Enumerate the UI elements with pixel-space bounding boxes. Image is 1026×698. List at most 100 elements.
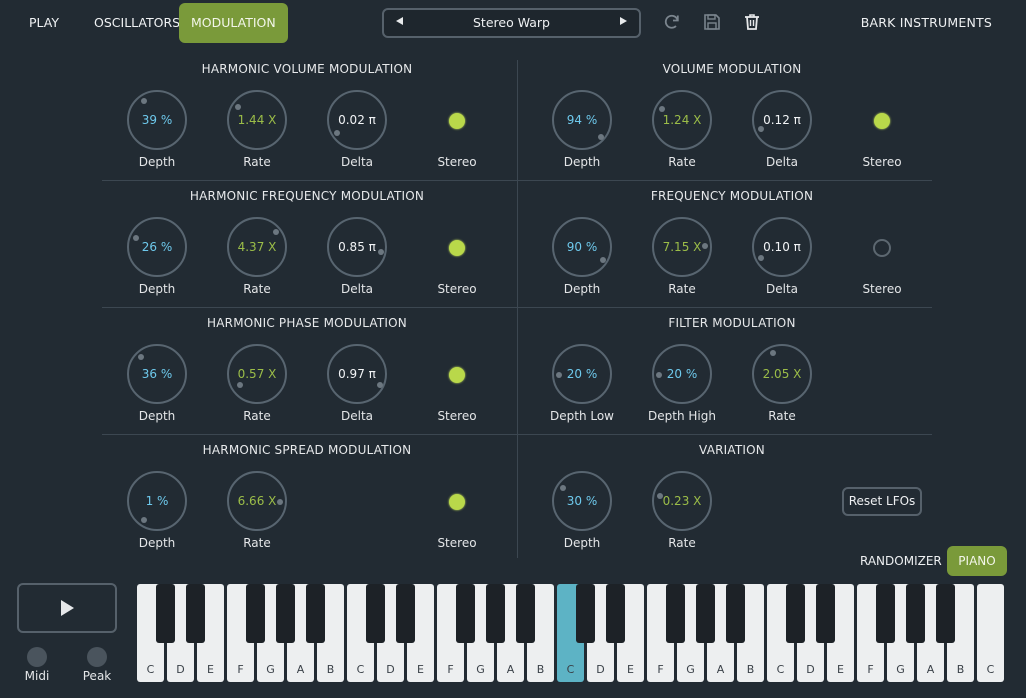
piano-black-key[interactable]: [486, 584, 505, 643]
knob-harmonic-spread-depth[interactable]: 1 %: [127, 471, 187, 531]
stereo-toggle-volume[interactable]: [874, 113, 890, 129]
piano-key-label: G: [686, 663, 695, 676]
preset-name[interactable]: Stereo Warp: [424, 10, 599, 36]
label-stereo: Stereo: [862, 155, 902, 169]
piano-key-label: B: [956, 663, 965, 676]
stereo-toggle-harmonic-volume[interactable]: [449, 113, 465, 129]
knob-harmonic-phase-depth[interactable]: 36 %: [127, 344, 187, 404]
piano-key-label: A: [926, 663, 935, 676]
knob-harmonic-volume-delta[interactable]: 0.02 π: [327, 90, 387, 150]
label-depth: Depth: [138, 282, 176, 296]
refresh-icon[interactable]: [662, 12, 682, 32]
label-rate: Rate: [243, 536, 271, 550]
label-stereo: Stereo: [437, 282, 477, 296]
piano-black-key[interactable]: [696, 584, 715, 643]
knob-harmonic-frequency-depth[interactable]: 26 %: [127, 217, 187, 277]
piano-key-label: C: [566, 663, 575, 676]
knob-harmonic-volume-rate[interactable]: 1.44 X: [227, 90, 287, 150]
label-rate: Rate: [243, 155, 271, 169]
knob-frequency-depth[interactable]: 90 %: [552, 217, 612, 277]
piano-black-key[interactable]: [666, 584, 685, 643]
row-divider: [102, 307, 932, 308]
piano-black-key[interactable]: [816, 584, 835, 643]
piano-key-label: D: [596, 663, 605, 676]
piano-key-label: E: [207, 663, 214, 676]
piano-black-key[interactable]: [156, 584, 175, 643]
preset-prev-button[interactable]: [386, 10, 414, 36]
knob-filter-depth-high[interactable]: 20 %: [652, 344, 712, 404]
knob-harmonic-frequency-rate[interactable]: 4.37 X: [227, 217, 287, 277]
tab-play[interactable]: PLAY: [17, 3, 71, 43]
section-title-harmonic-frequency: HARMONIC FREQUENCY MODULATION: [189, 189, 425, 203]
column-divider: [517, 60, 518, 558]
label-delta: Delta: [765, 155, 798, 169]
piano-key-label: E: [417, 663, 424, 676]
knob-frequency-rate[interactable]: 7.15 X: [652, 217, 712, 277]
knob-variation-rate[interactable]: 0.23 X: [652, 471, 712, 531]
knob-harmonic-spread-rate[interactable]: 6.66 X: [227, 471, 287, 531]
piano-tab[interactable]: PIANO: [947, 546, 1007, 576]
piano-key-label: B: [746, 663, 755, 676]
piano-black-key[interactable]: [786, 584, 805, 643]
knob-harmonic-phase-rate[interactable]: 0.57 X: [227, 344, 287, 404]
label-stereo: Stereo: [437, 155, 477, 169]
trash-icon[interactable]: [742, 12, 762, 32]
row-divider: [102, 434, 932, 435]
knob-harmonic-volume-depth[interactable]: 39 %: [127, 90, 187, 150]
label-depth-low: Depth Low: [550, 409, 614, 423]
piano-black-key[interactable]: [396, 584, 415, 643]
knob-variation-depth[interactable]: 30 %: [552, 471, 612, 531]
piano-black-key[interactable]: [726, 584, 745, 643]
piano-key-label: E: [627, 663, 634, 676]
piano-black-key[interactable]: [516, 584, 535, 643]
piano-black-key[interactable]: [936, 584, 955, 643]
piano-black-key[interactable]: [246, 584, 265, 643]
label-rate: Rate: [668, 155, 696, 169]
label-depth-high: Depth High: [648, 409, 716, 423]
row-divider: [102, 180, 932, 181]
reset-lfos-button[interactable]: Reset LFOs: [842, 487, 922, 516]
peak-label: Peak: [82, 669, 112, 683]
stereo-toggle-frequency[interactable]: [873, 239, 891, 257]
piano-black-key[interactable]: [306, 584, 325, 643]
preset-selector: Stereo Warp: [382, 8, 641, 38]
preset-next-button[interactable]: [609, 10, 637, 36]
piano-key-label: G: [896, 663, 905, 676]
piano-black-key[interactable]: [606, 584, 625, 643]
piano-keyboard: CDEFGABCDEFGABCDEFGABCDEFGABC: [137, 584, 1007, 682]
knob-filter-depth-low[interactable]: 20 %: [552, 344, 612, 404]
triangle-left-icon: [396, 17, 403, 25]
piano-key-label: C: [146, 663, 155, 676]
tab-modulation[interactable]: MODULATION: [179, 3, 288, 43]
knob-harmonic-phase-delta[interactable]: 0.97 π: [327, 344, 387, 404]
play-button[interactable]: [17, 583, 117, 633]
piano-black-key[interactable]: [576, 584, 595, 643]
label-rate: Rate: [243, 282, 271, 296]
label-depth: Depth: [563, 155, 601, 169]
piano-black-key[interactable]: [366, 584, 385, 643]
knob-frequency-delta[interactable]: 0.10 π: [752, 217, 812, 277]
piano-key-label: C: [356, 663, 365, 676]
knob-filter-rate[interactable]: 2.05 X: [752, 344, 812, 404]
piano-key-label: C: [776, 663, 785, 676]
label-delta: Delta: [765, 282, 798, 296]
stereo-toggle-harmonic-frequency[interactable]: [449, 240, 465, 256]
piano-black-key[interactable]: [186, 584, 205, 643]
piano-black-key[interactable]: [456, 584, 475, 643]
piano-black-key[interactable]: [906, 584, 925, 643]
piano-black-key[interactable]: [276, 584, 295, 643]
stereo-toggle-harmonic-spread[interactable]: [449, 494, 465, 510]
knob-volume-rate[interactable]: 1.24 X: [652, 90, 712, 150]
save-icon[interactable]: [702, 12, 722, 32]
tab-oscillators[interactable]: OSCILLATORS: [82, 3, 192, 43]
piano-key-label: C: [986, 663, 995, 676]
knob-harmonic-frequency-delta[interactable]: 0.85 π: [327, 217, 387, 277]
stereo-toggle-harmonic-phase[interactable]: [449, 367, 465, 383]
label-rate: Rate: [668, 282, 696, 296]
piano-white-key[interactable]: C: [977, 584, 1004, 682]
piano-key-label: E: [837, 663, 844, 676]
knob-volume-depth[interactable]: 94 %: [552, 90, 612, 150]
knob-volume-delta[interactable]: 0.12 π: [752, 90, 812, 150]
randomizer-tab[interactable]: RANDOMIZER: [860, 554, 942, 568]
piano-black-key[interactable]: [876, 584, 895, 643]
